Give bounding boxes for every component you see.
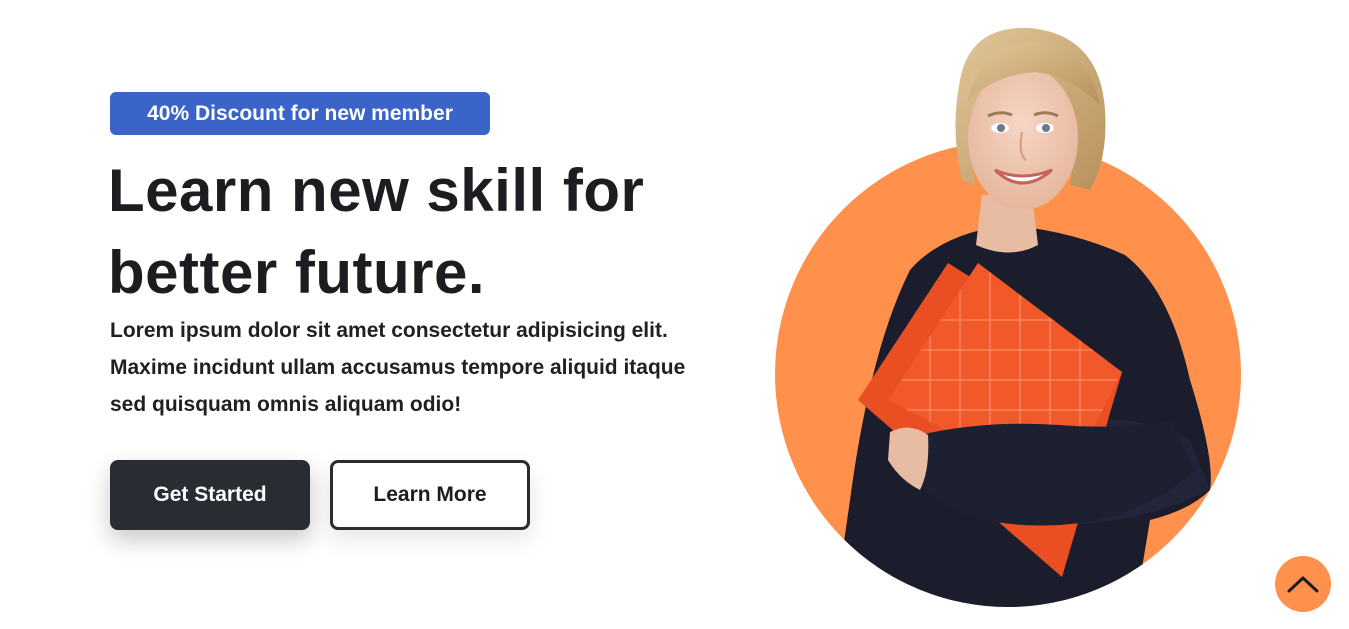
discount-badge: 40% Discount for new member	[110, 92, 490, 135]
hero-description-line-3: sed quisquam omnis aliquam odio!	[110, 393, 462, 416]
hero-description-line-1: Lorem ipsum dolor sit amet consectetur a…	[110, 319, 668, 342]
scroll-to-top-button[interactable]	[1275, 556, 1331, 612]
hero-section: 40% Discount for new member Learn new sk…	[0, 0, 1349, 629]
hero-description: Lorem ipsum dolor sit amet consectetur a…	[110, 312, 770, 423]
get-started-button[interactable]: Get Started	[110, 460, 310, 530]
hero-title: Learn new skill for better future.	[108, 150, 748, 314]
learn-more-button[interactable]: Learn More	[330, 460, 530, 530]
hero-description-line-2: Maxime incidunt ullam accusamus tempore …	[110, 356, 686, 379]
hero-image	[775, 27, 1241, 607]
face	[968, 66, 1078, 210]
chevron-up-icon	[1287, 576, 1319, 593]
hero-title-line-2: better future.	[108, 239, 486, 306]
hero-title-line-1: Learn new skill for	[108, 157, 645, 224]
